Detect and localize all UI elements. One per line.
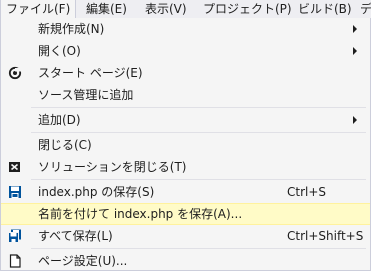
menu-project[interactable]: プロジェクト(P) — [203, 0, 292, 18]
menu-item-save[interactable]: index.php の保存(S) Ctrl+S — [1, 181, 370, 203]
menu-item-save-as[interactable]: 名前を付けて index.php を保存(A)... — [1, 203, 370, 225]
menu-item-label: ソリューションを閉じる(T) — [38, 160, 187, 174]
menu-item-start-page[interactable]: スタート ページ(E) — [1, 62, 370, 84]
menu-item-label: すべて保存(L) — [38, 229, 113, 243]
menu-item-shortcut: Ctrl+Shift+S — [287, 229, 364, 243]
menu-item-label: 閉じる(C) — [38, 138, 92, 152]
menu-item-label: 追加(D) — [38, 113, 81, 127]
menu-separator — [31, 132, 366, 133]
menu-bar: ファイル(F) 編集(E) 表示(V) プロジェクト(P) ビルド(B) デ — [0, 0, 371, 18]
menu-separator — [31, 179, 366, 180]
menu-item-label: 名前を付けて index.php を保存(A)... — [38, 207, 243, 221]
menu-item-add-to-source-control[interactable]: ソース管理に追加 — [1, 84, 370, 106]
menu-build[interactable]: ビルド(B) — [298, 0, 352, 18]
menu-file[interactable]: ファイル(F) — [0, 0, 77, 18]
menu-item-label: 新規作成(N) — [38, 22, 105, 36]
file-menu-dropdown: 新規作成(N) 開く(O) スタート ページ(E) ソース管理に追加 追加(D)… — [0, 18, 371, 271]
menu-item-add[interactable]: 追加(D) — [1, 109, 370, 131]
menu-item-label: ページ設定(U)... — [38, 254, 128, 268]
start-page-icon — [8, 66, 22, 80]
menu-item-label: スタート ページ(E) — [38, 66, 143, 80]
save-icon — [8, 185, 22, 199]
page-setup-icon — [8, 254, 22, 268]
submenu-arrow-icon — [353, 116, 357, 124]
menu-separator — [31, 248, 366, 249]
menu-item-new[interactable]: 新規作成(N) — [1, 18, 370, 40]
menu-view[interactable]: 表示(V) — [145, 0, 187, 18]
menu-item-label: ソース管理に追加 — [38, 88, 134, 102]
close-solution-icon — [8, 160, 22, 174]
menu-item-close[interactable]: 閉じる(C) — [1, 134, 370, 156]
menu-item-page-setup[interactable]: ページ設定(U)... — [1, 250, 370, 272]
menu-item-save-all[interactable]: すべて保存(L) Ctrl+Shift+S — [1, 225, 370, 247]
menu-item-open[interactable]: 開く(O) — [1, 40, 370, 62]
menu-item-label: index.php の保存(S) — [38, 185, 155, 199]
submenu-arrow-icon — [353, 25, 357, 33]
menu-separator — [31, 107, 366, 108]
submenu-arrow-icon — [353, 47, 357, 55]
menu-item-shortcut: Ctrl+S — [287, 185, 327, 199]
save-all-icon — [8, 229, 22, 243]
menu-item-label: 開く(O) — [38, 44, 81, 58]
menu-edit[interactable]: 編集(E) — [86, 0, 127, 18]
menu-item-close-solution[interactable]: ソリューションを閉じる(T) — [1, 156, 370, 178]
menu-debug[interactable]: デ — [360, 0, 371, 18]
